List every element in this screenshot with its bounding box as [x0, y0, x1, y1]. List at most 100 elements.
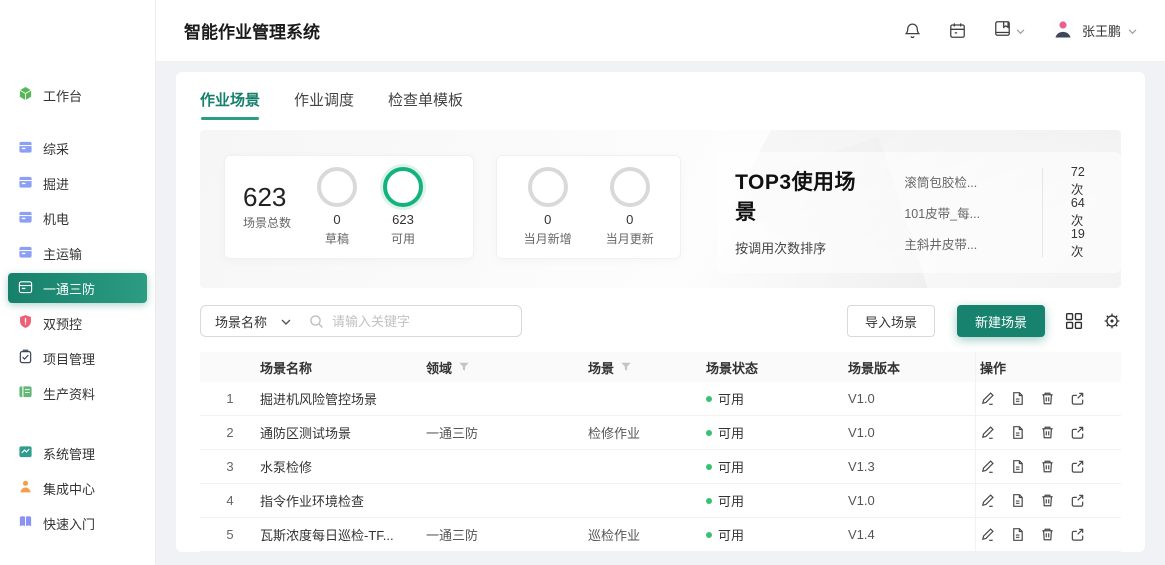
sidebar-item-xiangmuguanli[interactable]: 项目管理 [8, 343, 147, 373]
notification-bell-icon[interactable] [903, 21, 922, 40]
card-view-icon[interactable] [1065, 312, 1083, 330]
status-badge: 可用 [718, 389, 744, 408]
copy-document-icon[interactable] [1010, 493, 1025, 508]
edit-icon[interactable] [980, 459, 995, 474]
share-export-icon[interactable] [1070, 459, 1085, 474]
delete-trash-icon[interactable] [1040, 459, 1055, 474]
top3-title: TOP3使用场景 [735, 166, 876, 226]
table-row[interactable]: 4 指令作业环境检查 可用 V1.0 [200, 484, 1121, 518]
copy-document-icon[interactable] [1010, 425, 1025, 440]
filter-funnel-icon[interactable] [620, 361, 632, 373]
delete-trash-icon[interactable] [1040, 527, 1055, 542]
total-value: 623 [243, 183, 291, 212]
tabs: 作业场景 作业调度 检查单模板 [200, 72, 1121, 120]
edit-icon[interactable] [980, 527, 995, 542]
top3-item-count: 72次 [1041, 165, 1097, 198]
sidebar-item-label: 集成中心 [43, 479, 95, 498]
system-icon [18, 444, 33, 462]
table-row[interactable]: 1 掘进机风险管控场景 可用 V1.0 [200, 382, 1121, 416]
sidebar-item-xitongguanli[interactable]: 系统管理 [8, 438, 147, 468]
row-index: 1 [226, 391, 233, 406]
calendar-blue-icon [18, 139, 33, 157]
sidebar-item-jichengzhongxin[interactable]: 集成中心 [8, 473, 147, 503]
row-index: 3 [226, 459, 233, 474]
month-new-stat: 0 当月新增 [524, 167, 572, 247]
sidebar-item-label: 主运输 [43, 244, 82, 263]
search-input[interactable] [324, 314, 521, 329]
sidebar-item-kuaisurumen[interactable]: 快速入门 [8, 508, 147, 538]
calendar-white-icon [18, 279, 33, 297]
copy-document-icon[interactable] [1010, 391, 1025, 406]
top3-item-name: 滚筒包胶检... [904, 172, 1041, 191]
table-row[interactable]: 2 通防区测试场景 一通三防 检修作业 可用 V1.0 [200, 416, 1121, 450]
toolbar: 场景名称 导入场景 新建场景 [200, 305, 1121, 337]
manual-menu[interactable] [993, 19, 1025, 43]
manual-book-icon [993, 19, 1012, 43]
sidebar-item-zhuyunshu[interactable]: 主运输 [8, 238, 147, 268]
tab-checklist-template[interactable]: 检查单模板 [388, 89, 463, 120]
status-dot [706, 430, 712, 436]
settings-gear-icon[interactable] [1103, 312, 1121, 330]
sidebar-item-label: 一通三防 [43, 279, 95, 298]
topbar: 智能作业管理系统 张王鹏 [156, 0, 1165, 62]
top3-item-name: 主斜井皮带... [904, 234, 1041, 253]
sidebar-item-shuangyukong[interactable]: 双预控 [8, 308, 147, 338]
sidebar-item-juejin[interactable]: 掘进 [8, 168, 147, 198]
version-cell: V1.0 [848, 425, 975, 440]
sidebar-item-zongcai[interactable]: 综采 [8, 133, 147, 163]
tab-schedule[interactable]: 作业调度 [294, 89, 354, 120]
actions-cell [975, 518, 1121, 551]
topbar-actions: 张王鹏 [903, 17, 1137, 44]
scene-name-cell: 指令作业环境检查 [260, 491, 426, 510]
row-index: 4 [226, 493, 233, 508]
filter-funnel-icon[interactable] [458, 361, 470, 373]
status-cell: 可用 [706, 457, 848, 476]
sidebar-item-label: 生产资料 [43, 384, 95, 403]
user-menu[interactable]: 张王鹏 [1051, 17, 1137, 44]
delete-trash-icon[interactable] [1040, 425, 1055, 440]
filter-field-select[interactable]: 场景名称 [201, 306, 303, 336]
scene-cell: 巡检作业 [588, 525, 706, 544]
delete-trash-icon[interactable] [1040, 391, 1055, 406]
total-count: 623 场景总数 [243, 183, 291, 232]
tab-scene[interactable]: 作业场景 [200, 89, 260, 120]
share-export-icon[interactable] [1070, 425, 1085, 440]
edit-icon[interactable] [980, 425, 995, 440]
edit-icon[interactable] [980, 391, 995, 406]
edit-icon[interactable] [980, 493, 995, 508]
col-scene: 场景 [588, 358, 706, 377]
app-root: 工作台 综采 掘进 机电 主运输 一通三防 双预控 项目管理 [0, 0, 1165, 565]
table-row[interactable]: 5 瓦斯浓度每日巡检-TF... 一通三防 巡检作业 可用 V1.4 [200, 518, 1121, 552]
delete-trash-icon[interactable] [1040, 493, 1055, 508]
top3-item: 101皮带_每... 64次 [904, 197, 1097, 228]
search-icon [309, 314, 324, 329]
share-export-icon[interactable] [1070, 391, 1085, 406]
calendar-icon[interactable] [948, 21, 967, 40]
share-export-icon[interactable] [1070, 493, 1085, 508]
copy-document-icon[interactable] [1010, 527, 1025, 542]
sidebar-item-label: 掘进 [43, 174, 69, 193]
actions-cell [975, 450, 1121, 483]
import-scene-button[interactable]: 导入场景 [847, 305, 935, 337]
integration-icon [18, 479, 33, 497]
top3-item-count: 64次 [1041, 196, 1097, 229]
domain-cell: 一通三防 [426, 423, 588, 442]
create-scene-button[interactable]: 新建场景 [957, 305, 1045, 337]
sidebar-item-shengchanziliao[interactable]: 生产资料 [8, 378, 147, 408]
col-scene-name: 场景名称 [260, 358, 426, 377]
copy-document-icon[interactable] [1010, 459, 1025, 474]
sidebar-item-jidian[interactable]: 机电 [8, 203, 147, 233]
available-stat: 623 可用 [383, 167, 423, 247]
chevron-down-icon [1128, 23, 1137, 38]
top3-item: 主斜井皮带... 19次 [904, 228, 1097, 259]
search-group: 场景名称 [200, 305, 522, 337]
version-cell: V1.3 [848, 459, 975, 474]
share-export-icon[interactable] [1070, 527, 1085, 542]
sidebar-item-workbench[interactable]: 工作台 [8, 80, 147, 110]
available-ring [383, 167, 423, 207]
calendar-blue-icon [18, 244, 33, 262]
status-cell: 可用 [706, 491, 848, 510]
sidebar-item-yitongsanfang[interactable]: 一通三防 [8, 273, 147, 303]
status-dot [706, 396, 712, 402]
table-row[interactable]: 3 水泵检修 可用 V1.3 [200, 450, 1121, 484]
